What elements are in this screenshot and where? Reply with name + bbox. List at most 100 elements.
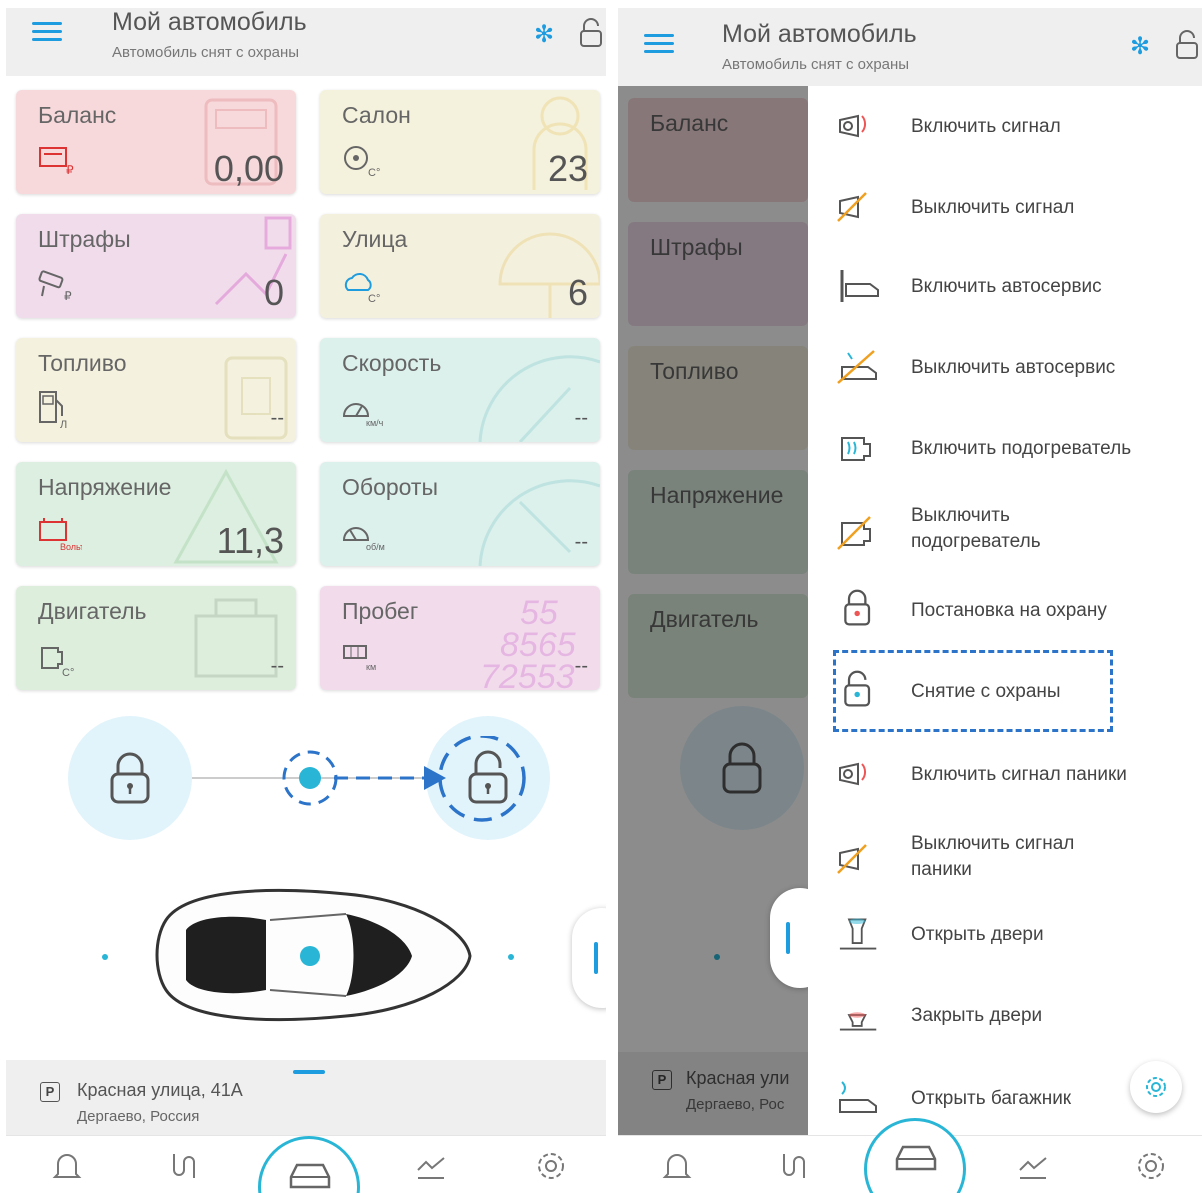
tile-speed[interactable]: Скорость км/ч -- xyxy=(320,338,600,442)
tile-value: 0 xyxy=(263,272,284,313)
tile-value: 6 xyxy=(567,272,588,313)
fuel-pump-icon: Л xyxy=(39,391,67,430)
tile-value: -- xyxy=(270,655,284,677)
menu-item-arm[interactable]: Постановка на охрану xyxy=(808,576,1202,648)
tile-label: Баланс xyxy=(38,102,117,128)
route-icon[interactable] xyxy=(776,1150,810,1182)
svg-text:₽: ₽ xyxy=(66,163,74,177)
menu-label: Постановка на охрану xyxy=(911,600,1107,621)
menu-item-signal-off[interactable]: Выключить сигнал xyxy=(808,171,1202,243)
chart-icon[interactable] xyxy=(1016,1150,1050,1182)
settings-icon[interactable] xyxy=(534,1150,568,1182)
tile-value: 23 xyxy=(547,148,588,189)
side-handle[interactable] xyxy=(572,908,606,1008)
tile-outside[interactable]: Улица C° 6 xyxy=(320,214,600,318)
heater-off-icon xyxy=(837,516,871,550)
lock-button[interactable] xyxy=(68,716,192,840)
door-open-icon xyxy=(839,918,877,950)
menu-label: Открыть багажник xyxy=(911,1088,1072,1109)
settings-icon[interactable] xyxy=(1134,1150,1168,1182)
menu-item-heater-off[interactable]: Выключить подогреватель xyxy=(808,495,1202,567)
tile-value: -- xyxy=(574,407,588,429)
menu-item-service-off[interactable]: Выключить автосервис xyxy=(808,333,1202,405)
page-subtitle: Автомобиль снят с охраны xyxy=(722,56,910,73)
menu-label: Выключить автосервис xyxy=(911,357,1116,378)
tile-label: Обороты xyxy=(342,474,438,500)
menu-label-line: Выключить xyxy=(911,505,1010,526)
tile-balance[interactable]: Баланс ₽ 0,00 xyxy=(16,90,296,194)
lock-icon xyxy=(110,752,150,804)
menu-icon[interactable] xyxy=(644,34,674,56)
battery-icon: Вольт xyxy=(39,518,82,552)
tile-engine[interactable]: Двигатель C° -- xyxy=(16,586,296,690)
parking-icon: P xyxy=(40,1082,60,1102)
tile-label: Пробег xyxy=(342,598,419,624)
menu-icon[interactable] xyxy=(32,22,62,44)
gear-icon xyxy=(1146,1077,1166,1097)
svg-text:C°: C° xyxy=(368,293,380,305)
menu-item-signal-on[interactable]: Включить сигнал xyxy=(808,90,1202,162)
tile-value: -- xyxy=(574,655,588,677)
horn-icon xyxy=(839,114,866,138)
menu-label: Включить автосервис xyxy=(911,276,1102,297)
tile-label: Салон xyxy=(342,102,411,128)
car-top-view-image xyxy=(155,888,472,1022)
bluetooth-icon[interactable]: ✻ xyxy=(534,20,554,49)
svg-text:об/м: об/м xyxy=(366,542,385,552)
app-header: Мой автомобиль Автомобиль снят с охраны … xyxy=(6,8,606,76)
car-dot-right xyxy=(508,954,514,960)
tile-value: -- xyxy=(270,407,284,429)
scrim-overlay[interactable] xyxy=(618,86,808,1193)
tile-value: -- xyxy=(574,531,588,553)
route-icon[interactable] xyxy=(166,1150,200,1182)
chart-icon[interactable] xyxy=(414,1150,448,1182)
tile-label: Двигатель xyxy=(38,598,147,624)
page-title: Мой автомобиль xyxy=(722,20,917,48)
menu-item-panic-on[interactable]: Включить сигнал паники xyxy=(808,738,1202,810)
menu-item-doors-open[interactable]: Открыть двери xyxy=(808,900,1202,972)
menu-label: Включить сигнал паники xyxy=(911,764,1127,785)
car-dot-left xyxy=(102,954,108,960)
svg-text:C°: C° xyxy=(368,167,380,179)
menu-item-panic-off[interactable]: Выключить сигнал паники xyxy=(808,819,1202,891)
settings-fab[interactable] xyxy=(1130,1061,1182,1113)
drag-handle[interactable] xyxy=(293,1070,325,1074)
menu-item-doors-close[interactable]: Закрыть двери xyxy=(808,981,1202,1053)
page-title: Мой автомобиль xyxy=(112,8,307,36)
handle-bar xyxy=(786,922,790,954)
command-drawer: Включить сигнал Выключить сигнал Включит… xyxy=(808,86,1202,1135)
tile-mileage[interactable]: 55 8565 72553 Пробег км -- xyxy=(320,586,600,690)
engine-icon: C° xyxy=(41,647,74,678)
menu-label-line: Выключить сигнал xyxy=(911,833,1075,854)
bell-icon[interactable] xyxy=(50,1150,84,1182)
menu-label: Выключить подогреватель xyxy=(911,503,1041,555)
menu-label: Выключить сигнал паники xyxy=(911,831,1074,883)
menu-item-service-on[interactable]: Включить автосервис xyxy=(808,252,1202,324)
tile-label: Топливо xyxy=(38,350,127,376)
menu-label-line: паники xyxy=(911,859,972,880)
menu-item-heater-on[interactable]: Включить подогреватель xyxy=(808,414,1202,486)
odometer-icon: км xyxy=(343,645,376,672)
lock-icon xyxy=(844,589,871,626)
svg-text:км/ч: км/ч xyxy=(366,418,384,428)
tile-rpm[interactable]: Обороты об/м -- xyxy=(320,462,600,566)
address-city: Дергаево, Россия xyxy=(77,1108,200,1125)
menu-label: Включить сигнал xyxy=(911,116,1061,137)
tile-cabin[interactable]: Салон C° 23 xyxy=(320,90,600,194)
svg-text:C°: C° xyxy=(62,667,74,678)
address-panel[interactable]: P Красная улица, 41А Дергаево, Россия xyxy=(6,1060,606,1144)
car-icon xyxy=(289,1163,331,1189)
tile-fines[interactable]: Штрафы ₽ 0 xyxy=(16,214,296,318)
handle-bar xyxy=(594,942,598,974)
unlock-status-icon[interactable] xyxy=(1174,30,1200,60)
service-off-icon xyxy=(837,350,877,384)
tile-voltage[interactable]: Напряжение Вольт 11,3 xyxy=(16,462,296,566)
bell-icon[interactable] xyxy=(660,1150,694,1182)
tile-fuel[interactable]: Топливо Л -- xyxy=(16,338,296,442)
tile-label: Скорость xyxy=(342,350,442,376)
car-icon xyxy=(895,1145,937,1171)
svg-text:Вольт: Вольт xyxy=(60,542,82,552)
menu-label: Включить подогреватель xyxy=(911,438,1132,459)
unlock-status-icon[interactable] xyxy=(578,18,604,48)
bluetooth-icon[interactable]: ✻ xyxy=(1130,32,1150,61)
